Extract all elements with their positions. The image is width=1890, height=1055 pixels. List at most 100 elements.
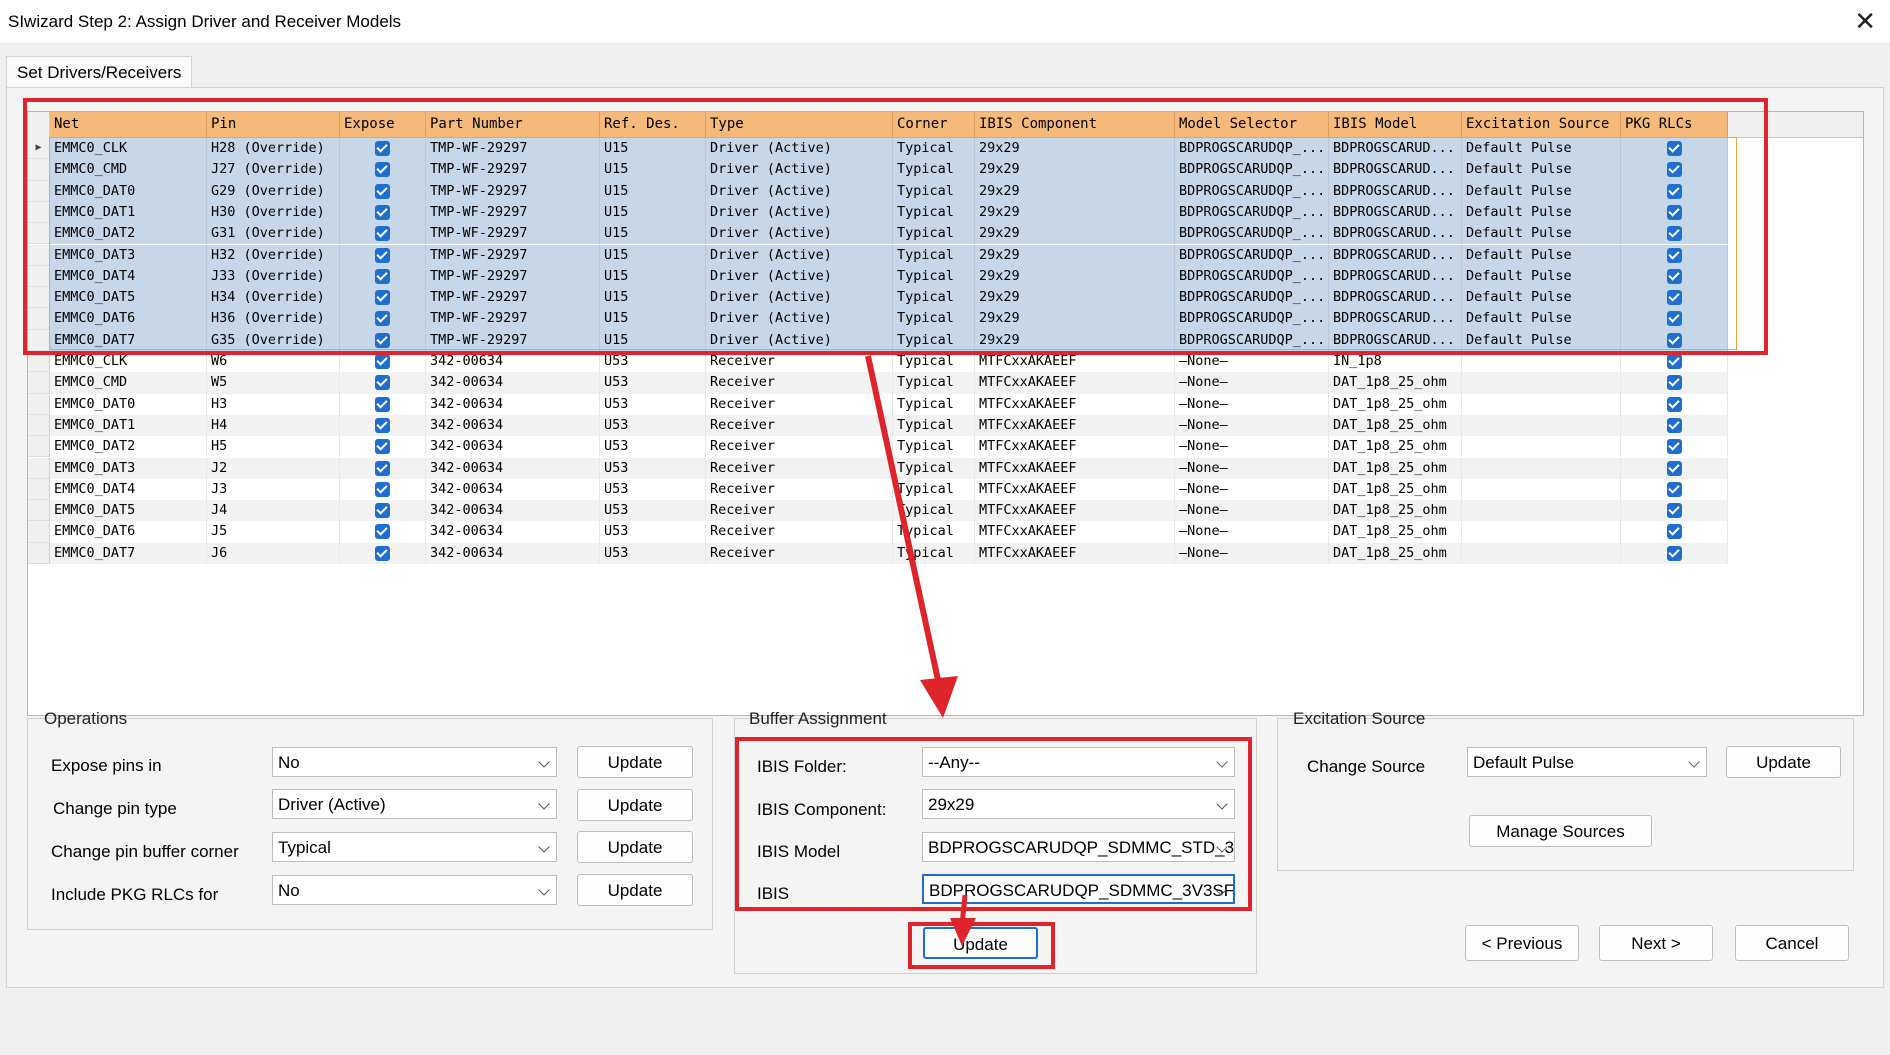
pkg-rlcs-checkbox-cell[interactable] bbox=[1621, 201, 1728, 224]
checkbox-checked-icon[interactable] bbox=[375, 290, 390, 306]
cell-comp[interactable]: MTFCxxAKAEEF bbox=[975, 500, 1175, 522]
cell-part[interactable]: 342-00634 bbox=[426, 351, 600, 373]
cell-ref[interactable]: U15 bbox=[600, 287, 706, 309]
cell-corner[interactable]: Typical bbox=[893, 138, 975, 160]
cell-type[interactable]: Driver (Active) bbox=[706, 308, 893, 330]
pkg-rlcs-checkbox-cell[interactable] bbox=[1621, 457, 1728, 479]
cell-ref[interactable]: U15 bbox=[600, 159, 706, 181]
cell-selector[interactable]: —None— bbox=[1175, 542, 1329, 564]
buffer-update-button[interactable]: Update bbox=[923, 927, 1038, 959]
cell-pin[interactable]: G31 (Override) bbox=[207, 223, 340, 245]
row-header[interactable]: ▶ bbox=[28, 138, 50, 160]
cell-exc[interactable] bbox=[1462, 436, 1621, 458]
checkbox-checked-icon[interactable] bbox=[1666, 183, 1682, 199]
cell-pin[interactable]: W6 bbox=[207, 351, 340, 373]
cell-exc[interactable]: Default Pulse bbox=[1462, 223, 1621, 245]
cell-net[interactable]: EMMC0_DAT7 bbox=[50, 329, 207, 351]
row-header[interactable] bbox=[28, 308, 50, 330]
cell-comp[interactable]: MTFCxxAKAEEF bbox=[975, 457, 1175, 479]
cell-model[interactable]: BDPROGSCARUD... bbox=[1329, 201, 1462, 224]
pkg-rlcs-checkbox-cell[interactable] bbox=[1621, 308, 1728, 330]
expose-checkbox-cell[interactable] bbox=[340, 287, 426, 309]
table-row[interactable]: EMMC0_DAT6 H36 (Override) TMP-WF-29297 U15 D… bbox=[28, 308, 1758, 330]
pkg-rlcs-checkbox-cell[interactable] bbox=[1621, 244, 1728, 266]
cell-part[interactable]: 342-00634 bbox=[426, 457, 600, 479]
cell-selector[interactable]: —None— bbox=[1175, 414, 1329, 437]
cell-type[interactable]: Receiver bbox=[706, 351, 893, 373]
cell-net[interactable]: EMMC0_CLK bbox=[50, 138, 207, 160]
close-icon[interactable]: ✕ bbox=[1854, 6, 1876, 36]
cell-selector[interactable]: BDPROGSCARUDQP_... bbox=[1175, 329, 1329, 351]
table-row[interactable]: EMMC0_DAT1 H4 342-00634 U53 Receiver Typical M… bbox=[28, 414, 1758, 437]
checkbox-checked-icon[interactable] bbox=[1666, 332, 1682, 348]
cell-ref[interactable]: U15 bbox=[600, 265, 706, 288]
ibis-model-select[interactable]: BDPROGSCARUDQP_SDMMC_STD_3' bbox=[922, 832, 1235, 862]
row-header[interactable] bbox=[28, 436, 50, 458]
cell-comp[interactable]: 29x29 bbox=[975, 223, 1175, 245]
cell-ref[interactable]: U53 bbox=[600, 436, 706, 458]
cell-exc[interactable] bbox=[1462, 500, 1621, 522]
cell-part[interactable]: 342-00634 bbox=[426, 521, 600, 543]
cell-model[interactable]: BDPROGSCARUD... bbox=[1329, 159, 1462, 181]
cell-model[interactable]: BDPROGSCARUD... bbox=[1329, 308, 1462, 330]
column-header-ref-des[interactable]: Ref. Des. bbox=[600, 112, 706, 138]
row-header[interactable] bbox=[28, 287, 50, 309]
cell-pin[interactable]: J6 bbox=[207, 542, 340, 564]
cell-model[interactable]: DAT_1p8_25_ohm bbox=[1329, 457, 1462, 479]
cell-pin[interactable]: G35 (Override) bbox=[207, 329, 340, 351]
cell-pin[interactable]: H28 (Override) bbox=[207, 138, 340, 160]
cell-model[interactable]: BDPROGSCARUD... bbox=[1329, 223, 1462, 245]
cell-selector[interactable]: —None— bbox=[1175, 351, 1329, 373]
checkbox-checked-icon[interactable] bbox=[375, 503, 390, 519]
table-row[interactable]: EMMC0_DAT4 J33 (Override) TMP-WF-29297 U15 D… bbox=[28, 265, 1758, 288]
cell-part[interactable]: 342-00634 bbox=[426, 500, 600, 522]
cell-corner[interactable]: Typical bbox=[893, 542, 975, 564]
cell-net[interactable]: EMMC0_DAT2 bbox=[50, 223, 207, 245]
cell-exc[interactable] bbox=[1462, 542, 1621, 564]
cell-ref[interactable]: U53 bbox=[600, 542, 706, 564]
pkg-rlcs-checkbox-cell[interactable] bbox=[1621, 436, 1728, 458]
column-header-ibis-component[interactable]: IBIS Component bbox=[975, 112, 1175, 138]
checkbox-checked-icon[interactable] bbox=[1666, 439, 1682, 455]
cell-type[interactable]: Receiver bbox=[706, 414, 893, 437]
cell-exc[interactable] bbox=[1462, 521, 1621, 543]
expose-checkbox-cell[interactable] bbox=[340, 542, 426, 564]
pkg-rlcs-checkbox-cell[interactable] bbox=[1621, 180, 1728, 202]
cell-type[interactable]: Driver (Active) bbox=[706, 180, 893, 202]
pkg-rlcs-checkbox-cell[interactable] bbox=[1621, 521, 1728, 543]
cell-selector[interactable]: —None— bbox=[1175, 436, 1329, 458]
cell-type[interactable]: Driver (Active) bbox=[706, 244, 893, 266]
pkg-rlcs-checkbox-cell[interactable] bbox=[1621, 223, 1728, 245]
cell-comp[interactable]: 29x29 bbox=[975, 159, 1175, 181]
cell-selector[interactable]: —None— bbox=[1175, 478, 1329, 501]
pkg-rlcs-checkbox-cell[interactable] bbox=[1621, 478, 1728, 501]
cell-part[interactable]: TMP-WF-29297 bbox=[426, 329, 600, 351]
checkbox-checked-icon[interactable] bbox=[1666, 354, 1682, 369]
cell-type[interactable]: Receiver bbox=[706, 372, 893, 394]
cell-part[interactable]: TMP-WF-29297 bbox=[426, 159, 600, 181]
cell-exc[interactable]: Default Pulse bbox=[1462, 180, 1621, 202]
cell-pin[interactable]: J27 (Override) bbox=[207, 159, 340, 181]
cell-pin[interactable]: W5 bbox=[207, 372, 340, 394]
cell-exc[interactable]: Default Pulse bbox=[1462, 308, 1621, 330]
expose-checkbox-cell[interactable] bbox=[340, 351, 426, 373]
cell-comp[interactable]: MTFCxxAKAEEF bbox=[975, 542, 1175, 564]
cell-comp[interactable]: 29x29 bbox=[975, 138, 1175, 160]
row-header[interactable] bbox=[28, 351, 50, 373]
cell-corner[interactable]: Typical bbox=[893, 308, 975, 330]
row-header[interactable] bbox=[28, 500, 50, 522]
cell-part[interactable]: 342-00634 bbox=[426, 542, 600, 564]
table-row[interactable]: EMMC0_DAT1 H30 (Override) TMP-WF-29297 U15 D… bbox=[28, 201, 1758, 224]
checkbox-checked-icon[interactable] bbox=[375, 460, 390, 476]
checkbox-checked-icon[interactable] bbox=[375, 183, 390, 199]
cell-pin[interactable]: H30 (Override) bbox=[207, 201, 340, 224]
expose-checkbox-cell[interactable] bbox=[340, 414, 426, 437]
cell-model[interactable]: BDPROGSCARUD... bbox=[1329, 265, 1462, 288]
cell-model[interactable]: DAT_1p8_25_ohm bbox=[1329, 414, 1462, 437]
cell-pin[interactable]: G29 (Override) bbox=[207, 180, 340, 202]
cell-selector[interactable]: BDPROGSCARUDQP_... bbox=[1175, 138, 1329, 160]
column-header-ibis-model[interactable]: IBIS Model bbox=[1329, 112, 1462, 138]
cell-pin[interactable]: H3 bbox=[207, 393, 340, 415]
cell-pin[interactable]: H4 bbox=[207, 414, 340, 437]
cell-net[interactable]: EMMC0_DAT3 bbox=[50, 457, 207, 479]
